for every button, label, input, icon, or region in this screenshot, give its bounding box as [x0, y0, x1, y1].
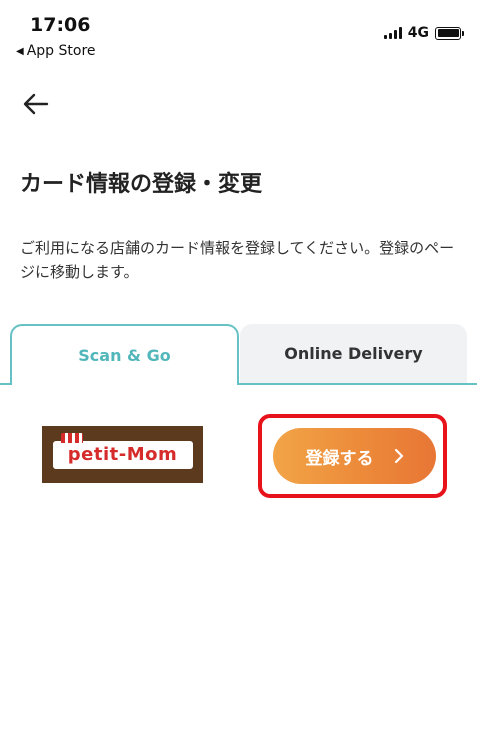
back-triangle-icon: ◀	[16, 45, 24, 57]
register-button[interactable]: 登録する	[273, 428, 436, 484]
battery-icon	[435, 26, 464, 40]
tab-online-delivery[interactable]: Online Delivery	[240, 324, 467, 383]
logo-text: petit-Mom	[67, 444, 178, 465]
page-description: ご利用になる店舗のカード情報を登録してください。登録のページに移動します。	[20, 239, 455, 281]
logo-plate: petit-Mom	[52, 432, 193, 469]
back-app-label: App Store	[26, 43, 96, 59]
tab-label: Online Delivery	[284, 344, 423, 363]
awning-icon	[60, 432, 83, 443]
page-title: カード情報の登録・変更	[20, 172, 263, 197]
tab-label: Scan & Go	[78, 346, 171, 365]
tab-scan-and-go[interactable]: Scan & Go	[10, 324, 239, 385]
status-indicators: 4G	[383, 25, 464, 41]
network-type: 4G	[407, 25, 429, 41]
chevron-right-icon	[394, 448, 404, 464]
back-button[interactable]	[20, 88, 52, 120]
signal-icon	[383, 27, 402, 39]
back-to-app-link[interactable]: ◀ App Store	[16, 43, 96, 59]
register-button-label: 登録する	[305, 448, 374, 469]
arrow-left-icon	[23, 93, 49, 115]
status-time: 17:06	[30, 14, 91, 36]
store-logo: petit-Mom	[42, 426, 203, 483]
